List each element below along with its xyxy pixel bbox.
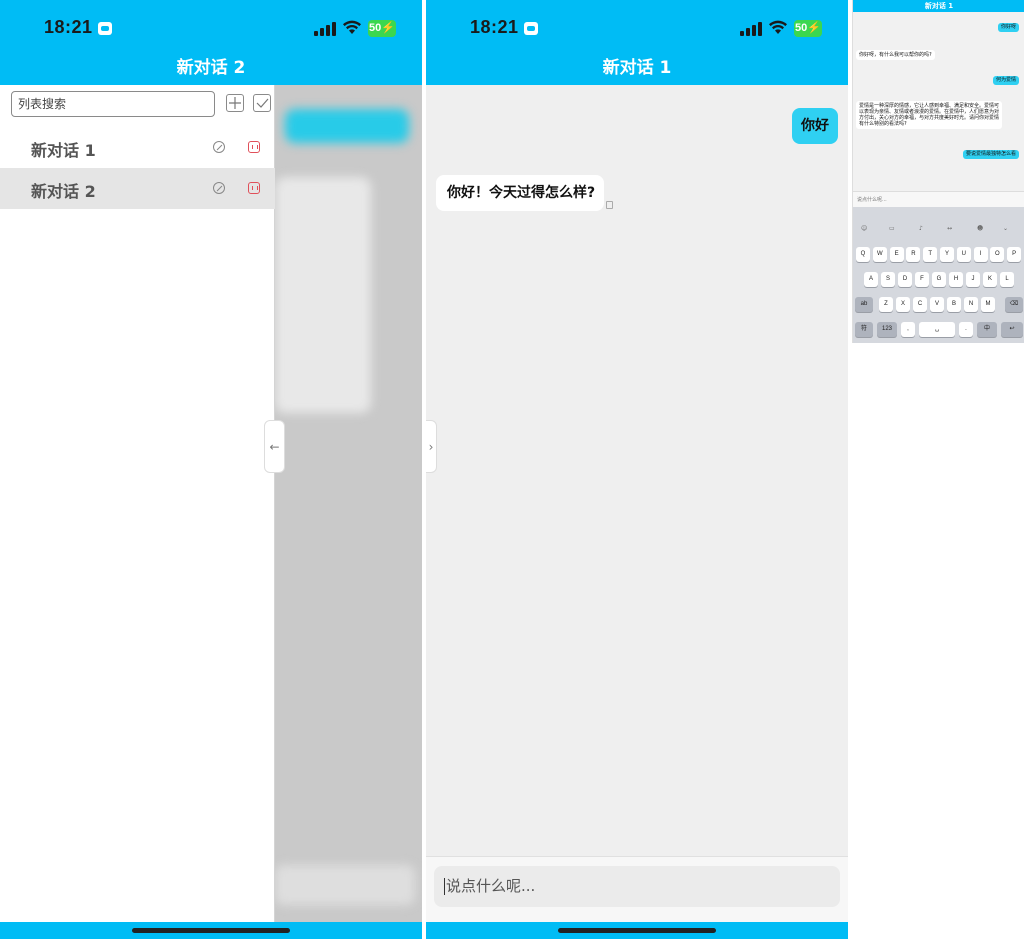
key-k[interactable]: K	[983, 272, 997, 287]
phone-screen-drawer: 18:21 50⚡ 新对话 2 新对话 1 新对话 2	[0, 0, 422, 939]
user-message-bubble: 要说爱情最独特怎么看	[962, 150, 1019, 159]
clipboard-icon[interactable]: ▭	[889, 225, 895, 232]
backspace-key[interactable]: ⌫	[1005, 297, 1023, 312]
home-indicator[interactable]	[558, 928, 716, 933]
status-time: 18:21	[44, 17, 93, 37]
key-f[interactable]: F	[915, 272, 929, 287]
page-title: 新对话 1	[924, 2, 954, 10]
key-d[interactable]: D	[898, 272, 912, 287]
key-a[interactable]: A	[864, 272, 878, 287]
key-x[interactable]: X	[896, 297, 910, 312]
conversation-search-input[interactable]	[11, 91, 215, 117]
cellular-signal-icon	[314, 22, 336, 36]
collapse-drawer-button[interactable]: ←	[264, 420, 285, 473]
blurred-user-bubble	[285, 109, 409, 143]
composer-bar: 说点什么呢...	[426, 856, 848, 922]
discord-app-icon	[524, 22, 538, 35]
key-s[interactable]: S	[881, 272, 895, 287]
user-message-bubble: 何为爱情	[992, 76, 1019, 85]
collapse-keyboard-icon[interactable]: ⌄	[1003, 225, 1008, 232]
trash-icon[interactable]	[248, 182, 260, 194]
symbol-key[interactable]: 符	[855, 322, 873, 337]
nav-bar: 18:21 50⚡ 新对话 2	[0, 0, 422, 85]
user-message-bubble: 你好呀	[997, 23, 1019, 32]
edit-icon[interactable]	[213, 182, 225, 194]
sticker-icon[interactable]: ☻	[977, 225, 983, 232]
cellular-signal-icon	[740, 22, 762, 36]
copy-icon[interactable]	[606, 201, 613, 209]
cursor-move-icon[interactable]: ↔	[947, 225, 952, 232]
edit-icon[interactable]	[213, 141, 225, 153]
comma-key[interactable]: ,	[901, 322, 915, 337]
user-message-bubble: 你好	[792, 108, 838, 144]
shift-key[interactable]: ab	[855, 297, 873, 312]
key-y[interactable]: Y	[940, 247, 954, 262]
blurred-input	[275, 865, 415, 905]
text-caret	[444, 878, 445, 895]
plus-icon	[229, 97, 241, 109]
add-conversation-button[interactable]	[226, 94, 244, 112]
message-input-placeholder: 说点什么呢...	[446, 877, 536, 895]
page-title: 新对话 2	[176, 58, 246, 78]
key-o[interactable]: O	[990, 247, 1005, 262]
conversation-title: 新对话 2	[31, 182, 96, 201]
expand-drawer-button[interactable]: ›	[426, 420, 437, 473]
assistant-message-bubble: 你好！今天过得怎么样?	[436, 175, 604, 211]
key-z[interactable]: Z	[879, 297, 893, 312]
blurred-assistant-bubble	[275, 177, 371, 413]
number-key[interactable]: 123	[877, 322, 897, 337]
key-n[interactable]: N	[964, 297, 978, 312]
return-key[interactable]: ↩	[1001, 322, 1023, 337]
key-g[interactable]: G	[932, 272, 946, 287]
message-input[interactable]: 说点什么呢...	[434, 866, 840, 907]
key-h[interactable]: H	[949, 272, 963, 287]
key-q[interactable]: Q	[856, 247, 870, 262]
chevron-right-icon: ›	[428, 439, 434, 454]
dimmed-chat-backdrop[interactable]	[275, 85, 422, 922]
key-v[interactable]: V	[930, 297, 944, 312]
emoji-toolbar-icon[interactable]: ☺	[861, 225, 867, 232]
select-conversations-button[interactable]	[253, 94, 271, 112]
nav-bar: 18:21 50⚡ 新对话 1	[426, 0, 848, 85]
conversation-item-active[interactable]: 新对话 2	[0, 168, 275, 209]
conversation-title: 新对话 1	[31, 141, 96, 160]
discord-app-icon	[98, 22, 112, 35]
arrow-left-icon: ←	[269, 439, 280, 454]
battery-indicator: 50⚡	[368, 20, 396, 37]
key-j[interactable]: J	[966, 272, 980, 287]
battery-indicator: 50⚡	[794, 20, 822, 37]
period-key[interactable]: .	[959, 322, 973, 337]
space-key[interactable]: ␣	[919, 322, 955, 337]
phone-screen-keyboard: 新对话 1 你好呀 你好呀，有什么我可以帮你的吗? 何为爱情 爱情是一种深厚的情…	[852, 0, 1024, 343]
key-m[interactable]: M	[981, 297, 995, 312]
assistant-message-bubble: 你好呀，有什么我可以帮你的吗?	[856, 50, 935, 60]
key-e[interactable]: E	[889, 247, 904, 262]
key-r[interactable]: R	[906, 247, 921, 262]
key-c[interactable]: C	[913, 297, 927, 312]
key-w[interactable]: W	[872, 247, 887, 262]
home-indicator[interactable]	[132, 928, 290, 933]
key-l[interactable]: L	[1000, 272, 1014, 287]
wifi-icon	[343, 20, 361, 34]
key-i[interactable]: I	[973, 247, 988, 262]
key-t[interactable]: T	[923, 247, 938, 262]
checkmark-icon	[256, 98, 269, 108]
conversation-drawer: 新对话 1 新对话 2	[0, 85, 275, 922]
phone-screen-chat: 18:21 50⚡ 新对话 1 你好 你好！今天过得怎么样? › 说点什么呢..…	[426, 0, 848, 939]
system-keyboard: ☺ ▭ ♪ ↔ ☻ ⌄ QWERTYUIOP ASDFGHJKL ZXCVBNM…	[853, 207, 1024, 343]
message-input[interactable]: 说点什么呢...	[853, 191, 1024, 207]
key-u[interactable]: U	[956, 247, 971, 262]
assistant-message-bubble: 爱情是一种深厚的情感，它让人感到幸福、满足和安全。爱情可以表现为亲情、友情或者浪…	[856, 101, 1002, 129]
status-time: 18:21	[470, 17, 519, 37]
language-key[interactable]: 中	[977, 322, 997, 337]
microphone-icon[interactable]: ♪	[919, 225, 923, 232]
page-title: 新对话 1	[602, 58, 672, 78]
key-p[interactable]: P	[1007, 247, 1022, 262]
nav-bar: 新对话 1	[853, 0, 1024, 12]
conversation-item[interactable]: 新对话 1	[0, 127, 275, 168]
key-b[interactable]: B	[947, 297, 961, 312]
wifi-icon	[769, 20, 787, 34]
trash-icon[interactable]	[248, 141, 260, 153]
